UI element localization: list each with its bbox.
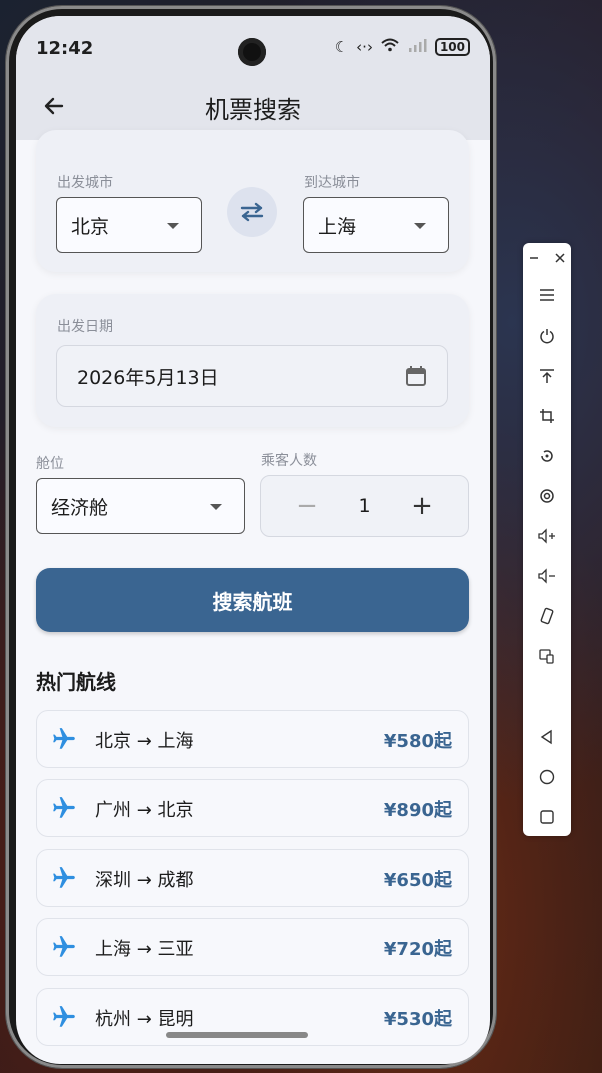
signal-icon xyxy=(407,38,427,56)
crop-icon xyxy=(540,409,554,423)
data-transfer-icon: ‹·› xyxy=(356,38,373,56)
status-time: 12:42 xyxy=(36,38,94,59)
route-item[interactable]: 深圳 → 成都 ¥650起 xyxy=(36,849,469,907)
power-button[interactable] xyxy=(523,321,571,351)
at-icon xyxy=(540,489,554,503)
passenger-label: 乘客人数 xyxy=(261,453,317,469)
chevron-down-icon xyxy=(414,223,426,229)
route-name: 深圳 → 成都 xyxy=(95,870,194,891)
status-icons: ☾ ‹·› 100 xyxy=(335,38,470,56)
route-price: ¥530起 xyxy=(383,1009,452,1030)
content-area: 出发城市 北京 到达城市 上海 出发日期 2026年5月13日 舱位 经济舱 乘… xyxy=(16,130,490,1064)
power-icon xyxy=(540,329,554,344)
top-bar: 12:42 ☾ ‹·› 100 机票搜索 xyxy=(16,16,490,140)
home-indicator[interactable] xyxy=(166,1032,308,1038)
airplane-icon xyxy=(53,728,75,749)
cabin-value: 经济舱 xyxy=(51,496,109,519)
menu-button[interactable] xyxy=(523,280,571,310)
date-field[interactable]: 2026年5月13日 xyxy=(56,345,448,407)
to-city-value: 上海 xyxy=(318,215,357,238)
to-city-select[interactable]: 上海 xyxy=(303,197,449,253)
route-item[interactable]: 北京 → 上海 ¥580起 xyxy=(36,710,469,768)
square-recents-icon xyxy=(540,810,554,824)
popular-routes-title: 热门航线 xyxy=(36,670,116,694)
screens-icon xyxy=(539,649,554,664)
close-icon[interactable] xyxy=(555,253,565,263)
emulator-toolbar xyxy=(523,243,571,836)
volume-up-button[interactable] xyxy=(523,521,571,551)
swap-arrows-icon xyxy=(240,202,264,222)
from-city-label: 出发城市 xyxy=(57,175,113,191)
nav-back-button[interactable] xyxy=(523,722,571,752)
route-name: 广州 → 北京 xyxy=(95,800,194,821)
to-city-label: 到达城市 xyxy=(304,175,360,191)
swap-cities-button[interactable] xyxy=(227,187,277,237)
search-flights-button[interactable]: 搜索航班 xyxy=(36,568,469,632)
chevron-down-icon xyxy=(210,504,222,510)
rotate-button[interactable] xyxy=(523,441,571,471)
route-name: 上海 → 三亚 xyxy=(95,939,194,960)
cabin-select[interactable]: 经济舱 xyxy=(36,478,245,534)
from-city-select[interactable]: 北京 xyxy=(56,197,202,253)
scroll-top-button[interactable] xyxy=(523,361,571,391)
route-name: 杭州 → 昆明 xyxy=(95,1009,194,1030)
date-value: 2026年5月13日 xyxy=(77,366,219,389)
airplane-icon xyxy=(53,936,75,957)
moon-icon: ☾ xyxy=(334,38,349,56)
airplane-icon xyxy=(53,797,75,818)
front-camera xyxy=(238,38,266,66)
nav-home-button[interactable] xyxy=(523,762,571,792)
cabin-label: 舱位 xyxy=(36,456,64,472)
route-price: ¥890起 xyxy=(383,800,452,821)
app-bar: 机票搜索 xyxy=(16,80,490,132)
passenger-stepper: − 1 + xyxy=(260,475,469,537)
toolbar-window-controls xyxy=(523,243,571,273)
chevron-down-icon xyxy=(167,223,179,229)
rotate-icon xyxy=(541,450,553,462)
increase-passenger-button[interactable]: + xyxy=(392,476,452,536)
route-price: ¥650起 xyxy=(383,870,452,891)
location-button[interactable] xyxy=(523,481,571,511)
route-item[interactable]: 上海 → 三亚 ¥720起 xyxy=(36,918,469,976)
circle-home-icon xyxy=(539,769,555,785)
hamburger-menu-icon xyxy=(540,289,554,301)
multi-screen-button[interactable] xyxy=(523,641,571,671)
calendar-icon xyxy=(406,366,426,386)
shake-button[interactable] xyxy=(523,601,571,631)
wifi-icon xyxy=(381,38,399,56)
route-name: 北京 → 上海 xyxy=(95,731,194,752)
battery-icon: 100 xyxy=(434,38,470,56)
route-price: ¥580起 xyxy=(383,731,452,752)
date-label: 出发日期 xyxy=(57,319,113,335)
volume-down-button[interactable] xyxy=(523,561,571,591)
route-price: ¥720起 xyxy=(383,939,452,960)
screenshot-button[interactable] xyxy=(523,401,571,431)
nav-recents-button[interactable] xyxy=(523,802,571,832)
airplane-icon xyxy=(53,867,75,888)
route-item[interactable]: 广州 → 北京 ¥890起 xyxy=(36,779,469,837)
volume-up-icon xyxy=(538,528,555,544)
page-title: 机票搜索 xyxy=(205,96,301,124)
volume-down-icon xyxy=(538,568,555,584)
minimize-icon[interactable] xyxy=(529,253,539,263)
phone-screen: 12:42 ☾ ‹·› 100 机票搜索 出发城市 北京 到达城市 上海 出发日… xyxy=(16,16,490,1064)
from-city-value: 北京 xyxy=(71,215,110,238)
arrow-to-top-icon xyxy=(540,369,554,383)
airplane-icon xyxy=(53,1006,75,1027)
shake-phone-icon xyxy=(540,607,554,625)
triangle-back-icon xyxy=(540,729,552,745)
